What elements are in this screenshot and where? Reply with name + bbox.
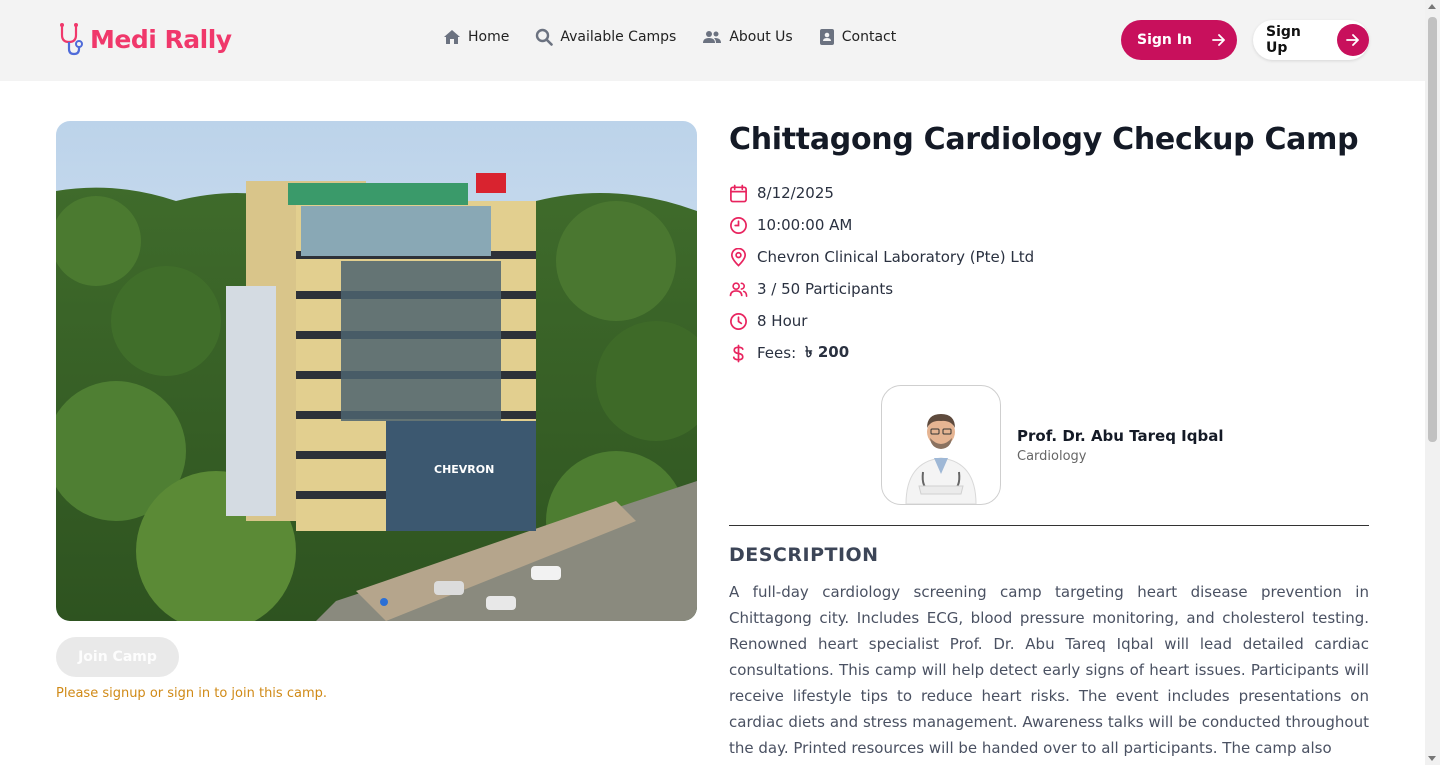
site-header: Medi Rally Home Available Camps About Us: [0, 0, 1425, 81]
camp-location-row: Chevron Clinical Laboratory (Pte) Ltd: [729, 241, 1034, 273]
section-divider: [729, 525, 1369, 526]
description-text: A full-day cardiology screening camp tar…: [729, 583, 1369, 757]
map-pin-icon: [730, 247, 747, 267]
sign-in-button[interactable]: Sign In: [1121, 20, 1237, 60]
brand-name: Medi Rally: [90, 24, 232, 54]
signup-arrow-badge: [1337, 24, 1369, 56]
camp-fees-label: Fees:: [757, 344, 797, 362]
nav-contact-label: Contact: [841, 29, 897, 45]
doctor-card: Prof. Dr. Abu Tareq Iqbal Cardiology: [881, 385, 1223, 505]
nav-about-us[interactable]: About Us: [702, 29, 793, 45]
camp-photo: CHEVRON: [56, 121, 697, 621]
contact-icon: [819, 29, 834, 45]
doctor-avatar: [881, 385, 1001, 505]
camp-participants-row: 3 / 50 Participants: [729, 273, 1034, 305]
nav-available-camps-label: Available Camps: [560, 29, 677, 45]
nav-home-label: Home: [468, 29, 510, 45]
logo[interactable]: Medi Rally: [58, 22, 232, 56]
dollar-icon: [732, 344, 744, 362]
camp-duration: 8 Hour: [757, 312, 808, 330]
sign-in-label: Sign In: [1137, 32, 1192, 48]
camp-fees-row: Fees: ৳ 200: [729, 337, 1034, 369]
doctor-info: Prof. Dr. Abu Tareq Iqbal Cardiology: [1017, 427, 1223, 464]
camp-location: Chevron Clinical Laboratory (Pte) Ltd: [757, 248, 1035, 266]
scroll-down-arrow[interactable]: [1428, 756, 1436, 761]
main-nav: Home Available Camps About Us Contact: [443, 28, 896, 46]
nav-about-us-label: About Us: [729, 29, 793, 45]
scroll-up-arrow[interactable]: [1428, 4, 1436, 9]
users-icon: [729, 281, 748, 297]
camp-participants: 3 / 50 Participants: [757, 280, 894, 298]
camp-date: 8/12/2025: [757, 184, 834, 202]
login-required-note: Please signup or sign in to join this ca…: [56, 686, 327, 701]
home-icon: [444, 30, 460, 44]
camp-fees-value: ৳ 200: [805, 342, 850, 361]
camp-title: Chittagong Cardiology Checkup Camp: [729, 122, 1359, 157]
arrow-right-icon: [1212, 34, 1225, 46]
stethoscope-icon: [60, 23, 83, 56]
arrow-right-icon: [1346, 34, 1359, 46]
page-scrollbar[interactable]: [1425, 0, 1440, 765]
camp-time-row: 10:00:00 AM: [729, 209, 1034, 241]
sign-up-button[interactable]: Sign Up: [1253, 20, 1369, 60]
doctor-specialty: Cardiology: [1017, 448, 1087, 464]
nav-contact[interactable]: Contact: [819, 28, 896, 46]
doctor-name: Prof. Dr. Abu Tareq Iqbal: [1017, 426, 1224, 445]
clock-icon: [730, 312, 747, 330]
camp-date-row: 8/12/2025: [729, 177, 1034, 209]
sign-up-label: Sign Up: [1266, 24, 1301, 56]
users-icon: [703, 31, 722, 43]
search-icon: [536, 28, 554, 46]
camp-time: 10:00:00 AM: [757, 216, 853, 234]
nav-available-camps[interactable]: Available Camps: [535, 28, 676, 46]
camp-meta: 8/12/2025 10:00:00 AM Chevron Clinical L…: [729, 177, 1034, 369]
description-heading: DESCRIPTION: [729, 544, 879, 566]
clock-icon: [730, 216, 747, 234]
calendar-icon: [730, 184, 747, 202]
join-camp-button[interactable]: Join Camp: [56, 637, 179, 677]
building-sign: CHEVRON: [434, 463, 494, 476]
camp-duration-row: 8 Hour: [729, 305, 1034, 337]
scroll-thumb[interactable]: [1428, 17, 1437, 442]
nav-home[interactable]: Home: [443, 29, 509, 45]
